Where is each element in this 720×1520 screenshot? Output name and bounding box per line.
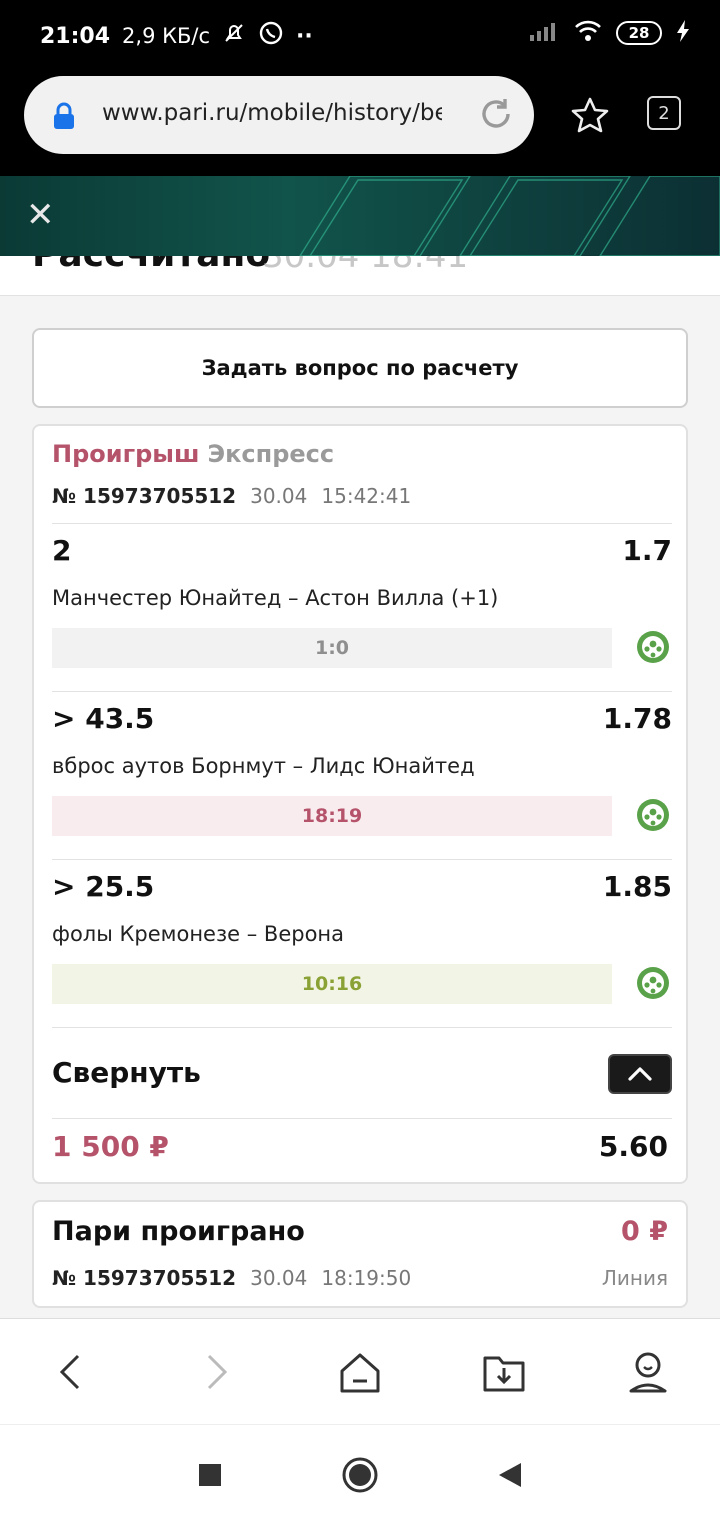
selection-event: вброс аутов Борнмут – Лидс Юнайтед [52,754,475,778]
status-bar: 21:04 2,9 КБ/с ·· 28 [0,0,720,70]
status-speed: 2,9 КБ/с [122,24,211,48]
selection-item[interactable]: 2 1.7 Манчестер Юнайтед – Астон Вилла (+… [52,524,672,690]
promo-banner: ✕ [0,176,720,256]
selection-event: фолы Кремонезе – Верона [52,922,345,946]
bet-status: Проигрыш [52,440,200,468]
result-time: 18:19:50 [321,1266,412,1290]
status-right: 28 [530,20,690,46]
home-icon[interactable] [335,1347,385,1397]
result-title: Пари проиграно [52,1216,305,1247]
charging-icon [676,20,690,46]
wifi-icon [574,20,602,46]
close-icon[interactable]: ✕ [26,198,55,232]
selection-event: Манчестер Юнайтед – Астон Вилла (+1) [52,586,499,610]
selection-score: 1:0 [52,628,612,668]
reload-icon[interactable] [478,96,514,136]
system-nav-bar [0,1424,720,1520]
page-content: Рассчитано 30.04 18:41 Задать вопрос по … [0,256,720,1318]
selection-odds: 1.78 [602,702,672,735]
page-title: Рассчитано [32,256,270,275]
signal-icon [530,21,560,45]
browser-toolbar: www.pari.ru/mobile/history/bets 2 [0,70,720,176]
bet-date: 30.04 [250,484,308,508]
chevron-up-icon [628,1067,652,1081]
tab-switcher-button[interactable]: 2 [647,96,681,130]
result-meta: № 15973705512 30.04 18:19:50 [52,1266,411,1290]
star-icon[interactable] [570,96,610,138]
selection-odds: 1.7 [622,534,672,567]
banner-graphic [299,176,720,256]
result-amount: 0 ₽ [621,1216,668,1247]
divider [52,1118,672,1119]
bet-type: Экспресс [207,440,335,468]
soccer-ball-icon [636,798,670,836]
bet-card: Проигрыш Экспресс № 15973705512 30.04 15:42… [32,424,688,1184]
result-number: № 15973705512 [52,1266,237,1290]
bet-time: 15:42:41 [321,484,412,508]
profile-icon[interactable] [623,1347,673,1397]
selection-outcome: > 43.5 [52,702,155,735]
battery-indicator: 28 [616,21,662,45]
address-bar[interactable]: www.pari.ru/mobile/history/bets [24,76,534,154]
collapse-button[interactable] [608,1054,672,1094]
back-button-icon[interactable] [490,1455,530,1495]
browser-bottom-nav [0,1318,720,1424]
selection-outcome: 2 [52,534,72,567]
url-text[interactable]: www.pari.ru/mobile/history/bets [102,100,442,126]
divider [52,1027,672,1028]
whatsapp-icon [258,20,284,52]
selection-odds: 1.85 [602,870,672,903]
result-date: 30.04 [250,1266,308,1290]
selection-item[interactable]: > 43.5 1.78 вброс аутов Борнмут – Лидс Ю… [52,692,672,858]
selection-score: 10:16 [52,964,612,1004]
downloads-icon[interactable] [479,1347,529,1397]
result-line-type: Линия [601,1266,668,1290]
mute-icon [222,21,246,51]
page-datetime: 30.04 18:41 [262,256,469,276]
status-dots: ·· [296,23,313,49]
ask-question-button[interactable]: Задать вопрос по расчету [32,328,688,408]
soccer-ball-icon [636,630,670,668]
selection-score: 18:19 [52,796,612,836]
status-time: 21:04 [40,23,111,49]
stake-amount: 1 500 ₽ [52,1130,169,1163]
selection-outcome: > 25.5 [52,870,155,903]
collapse-row[interactable]: Свернуть [52,1032,672,1118]
total-odds: 5.60 [598,1130,668,1163]
page-header: Рассчитано 30.04 18:41 [0,256,720,296]
home-button-icon[interactable] [340,1455,380,1495]
collapse-label[interactable]: Свернуть [52,1056,201,1089]
bet-header: Проигрыш Экспресс [52,440,334,468]
forward-icon[interactable] [192,1347,242,1397]
back-icon[interactable] [45,1347,95,1397]
recents-icon[interactable] [190,1455,230,1495]
bet-number: № 15973705512 [52,484,237,508]
lock-icon [52,102,76,134]
result-card[interactable]: Пари проиграно 0 ₽ № 15973705512 30.04 18:… [32,1200,688,1308]
selection-item[interactable]: > 25.5 1.85 фолы Кремонезе – Верона 10:1… [52,860,672,1026]
bet-meta: № 15973705512 30.04 15:42:41 [52,484,411,508]
soccer-ball-icon [636,966,670,1004]
status-left: 21:04 2,9 КБ/с ·· [40,20,313,52]
